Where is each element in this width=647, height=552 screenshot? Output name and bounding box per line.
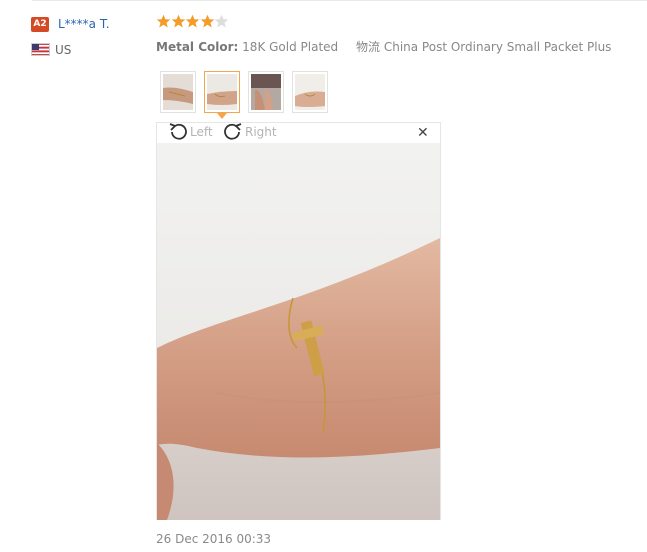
photo-thumbnail-4[interactable] (292, 71, 328, 113)
star-filled-icon (200, 14, 214, 28)
us-flag-icon (31, 43, 50, 56)
top-divider (32, 0, 647, 1)
star-filled-icon (156, 14, 171, 28)
bracelet-photo (157, 143, 440, 520)
rotate-right-button[interactable]: Right (222, 123, 277, 141)
star-empty-icon (214, 14, 229, 28)
photo-thumbnails (160, 71, 336, 119)
rating-stars (156, 14, 229, 32)
thumbnail-image (295, 74, 325, 110)
rotate-right-label: Right (245, 125, 277, 139)
rotate-left-icon (169, 123, 187, 140)
shipping-value: China Post Ordinary Small Packet Plus (383, 40, 612, 54)
metal-color-label: Metal Color: (156, 40, 239, 54)
close-icon[interactable]: ✕ (417, 125, 429, 141)
rotate-left-button[interactable]: Left (167, 123, 213, 141)
rotate-left-label: Left (190, 125, 213, 139)
star-filled-icon (185, 14, 200, 28)
reviewer-level-badge: A2 (31, 17, 49, 32)
photo-thumbnail-3[interactable] (248, 71, 284, 113)
reviewer-country: US (55, 43, 72, 57)
rotate-right-icon (224, 123, 242, 140)
star-filled-icon (171, 14, 185, 28)
metal-color-value: 18K Gold Plated (242, 40, 339, 54)
thumbnail-image (207, 74, 237, 110)
review-date: 26 Dec 2016 00:33 (156, 532, 272, 546)
thumbnail-image (251, 74, 281, 110)
photo-thumbnail-2[interactable] (204, 71, 240, 119)
review-attributes: Metal Color: 18K Gold Plated 物流 China Po… (156, 39, 611, 55)
photo-thumbnail-1[interactable] (160, 71, 196, 113)
shipping-label: 物流 (356, 40, 381, 54)
thumbnail-image (163, 74, 193, 110)
reviewer-name[interactable]: L****a T. (58, 15, 110, 33)
active-thumbnail-pointer (217, 113, 227, 119)
